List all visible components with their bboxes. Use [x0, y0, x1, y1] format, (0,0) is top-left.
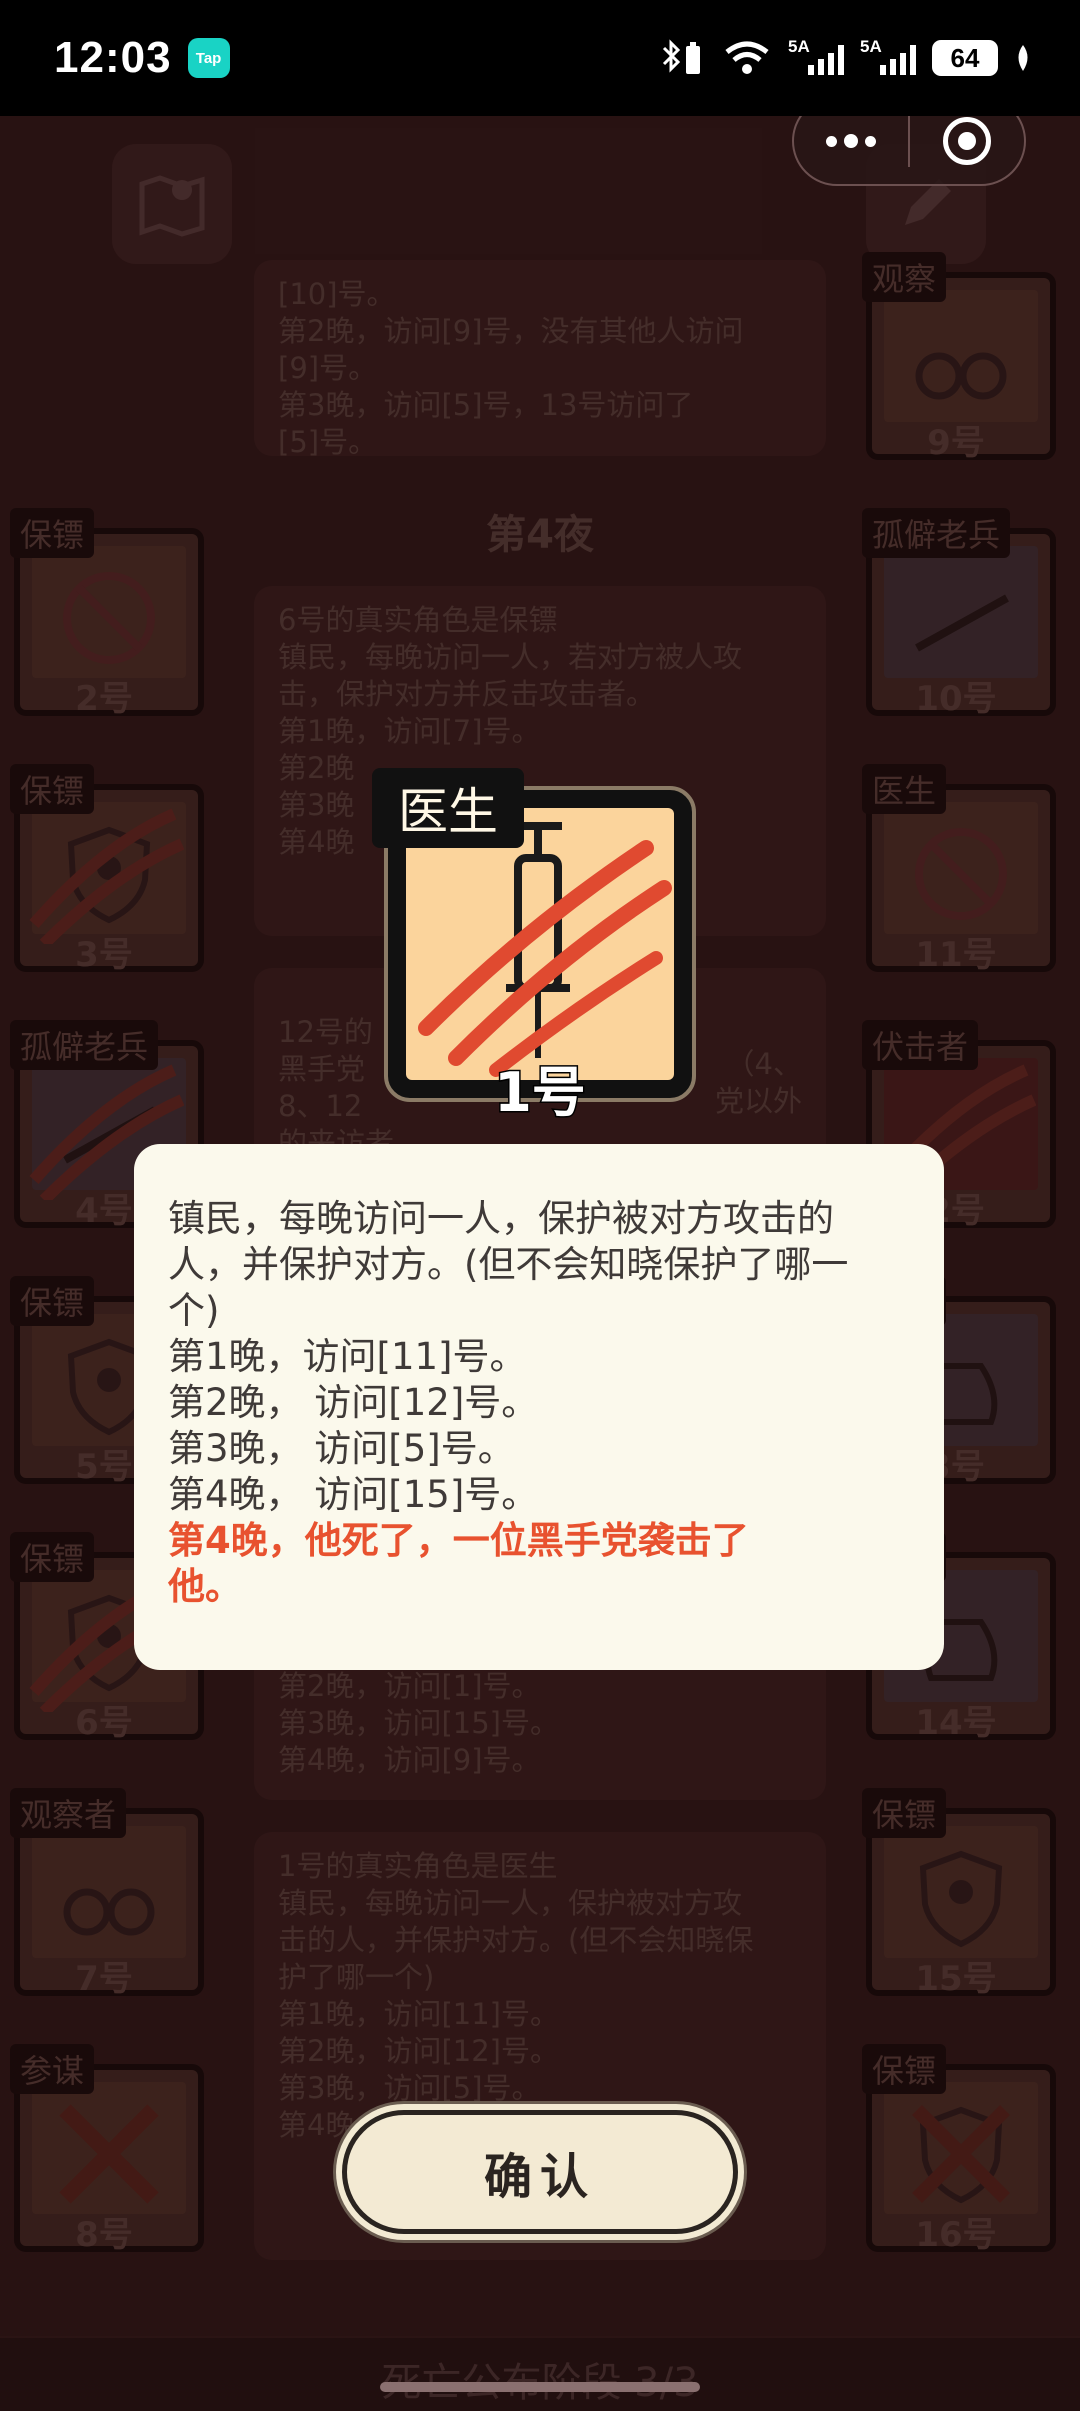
- network-type-label: 5A: [860, 37, 882, 56]
- night-visit-line: 第3晚， 访问[5]号。: [168, 1427, 515, 1470]
- battery-indicator: 64: [932, 40, 998, 76]
- focused-role-label: 医生: [372, 768, 524, 848]
- syringe-icon: [418, 822, 672, 1077]
- bluetooth-battery-icon: [662, 39, 700, 74]
- description-line: 人，并保护对方。(但不会知晓保护了哪一: [168, 1243, 849, 1286]
- night-visit-line: 第2晚， 访问[12]号。: [168, 1381, 539, 1424]
- death-notice-line: 第4晚，他死了，一位黑手党袭击了: [168, 1519, 749, 1562]
- night-visit-line: 第1晚，访问[11]号。: [168, 1335, 527, 1378]
- home-indicator[interactable]: [380, 2382, 700, 2392]
- target-icon: [943, 117, 991, 165]
- signal-strength-icon: 5A: [860, 37, 916, 75]
- taptap-app-icon: Tap: [187, 38, 230, 78]
- description-line: 个): [168, 1289, 220, 1332]
- network-type-label: 5A: [788, 37, 810, 56]
- death-notice-line: 他。: [168, 1565, 242, 1608]
- wifi-icon: [725, 41, 769, 74]
- signal-strength-icon: 5A: [788, 37, 844, 75]
- status-bar: 12:03 Tap 5A 5A 64: [0, 0, 1080, 116]
- night-visit-line: 第4晚， 访问[15]号。: [168, 1473, 539, 1516]
- confirm-button[interactable]: 确认: [342, 2110, 738, 2234]
- description-line: 镇民，每晚访问一人，保护被对方攻击的: [168, 1197, 834, 1240]
- focused-player-number: 1号: [493, 1060, 588, 1126]
- focused-player-card: 医生 1号: [372, 768, 696, 1126]
- leaf-icon: [1018, 45, 1028, 71]
- clock: 12:03: [54, 33, 172, 82]
- role-description-dialog: 镇民，每晚访问一人，保护被对方攻击的 人，并保护对方。(但不会知晓保护了哪一 个…: [134, 1144, 944, 1670]
- more-dots-icon: [826, 134, 876, 148]
